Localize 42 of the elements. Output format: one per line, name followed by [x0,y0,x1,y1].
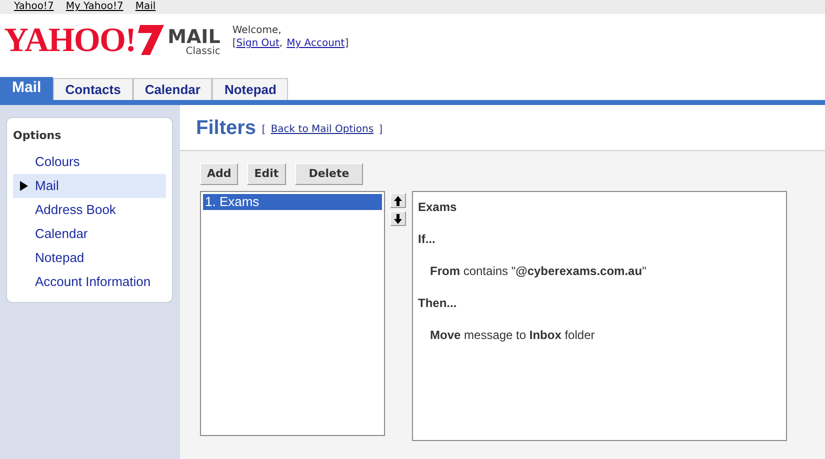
move-up-button[interactable] [390,193,406,208]
edition-label: Classic [186,47,220,57]
nav-tab[interactable]: Notepad [212,78,288,100]
bracket: [ [262,123,265,137]
options-item[interactable]: Mail [13,174,166,198]
options-item[interactable]: Address Book [13,198,166,222]
nav-tab[interactable]: Contacts [53,78,133,100]
top-link[interactable]: Mail [135,2,156,12]
toolbar-button[interactable]: Delete [294,163,364,185]
separator: , [279,37,283,50]
bracket: ] [380,123,382,137]
options-item[interactable]: Account Information [13,270,166,294]
nav-tab[interactable]: Mail [0,77,54,100]
bracket: ] [344,37,349,50]
back-link[interactable]: Back to Mail Options [270,122,374,137]
then-label: Then... [418,295,458,312]
move-down-button[interactable] [390,211,406,226]
nav-tab[interactable]: Calendar [132,78,212,100]
my-account-link[interactable]: My Account [286,37,345,50]
options-heading: Options [13,128,62,144]
logo-wordmark: YAHOO! [4,24,136,58]
page-title: Filters [196,116,256,140]
top-link[interactable]: My Yahoo!7 [66,2,124,12]
welcome-text: Welcome, [232,24,282,37]
toolbar-button[interactable]: Edit [247,163,286,185]
condition-text: From contains "@cyberexams.com.au" [429,263,648,280]
if-label: If... [418,231,436,248]
filter-name: Exams [418,199,458,216]
filter-item[interactable]: 1. Exams [203,194,382,210]
logo-mark-icon [138,25,164,55]
pointer-icon [20,180,28,190]
options-item[interactable]: Notepad [13,246,166,270]
down-arrow-icon [394,214,402,224]
toolbar-button[interactable]: Add [200,163,238,185]
options-item[interactable]: Calendar [13,222,166,246]
action-text: Move message to Inbox folder [429,327,596,344]
bracket: [ [232,37,236,50]
product-name: MAIL [168,28,220,47]
up-arrow-icon [394,196,402,206]
sign-out-link[interactable]: Sign Out [236,37,280,50]
options-item[interactable]: Colours [13,150,166,174]
top-link[interactable]: Yahoo!7 [14,2,54,12]
